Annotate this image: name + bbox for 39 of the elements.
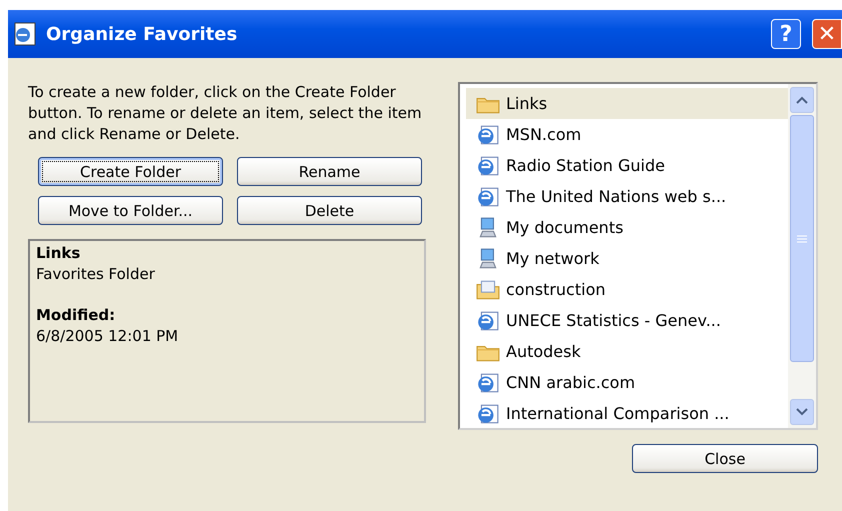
scroll-thumb[interactable] <box>790 115 814 362</box>
caret-down-icon <box>796 408 808 416</box>
scrollbar[interactable] <box>788 84 816 428</box>
favorite-item[interactable]: The United Nations web s... <box>466 181 788 212</box>
item-type: Favorites Folder <box>36 264 156 285</box>
close-button[interactable]: ✕ <box>812 19 842 49</box>
favorite-item[interactable]: My documents <box>466 212 788 243</box>
help-button[interactable]: ? <box>771 19 801 49</box>
grip-icon <box>797 234 807 242</box>
favorite-item[interactable]: CNN arabic.com <box>466 367 788 398</box>
app-icon <box>12 21 38 47</box>
favorite-item[interactable]: Radio Station Guide <box>466 150 788 181</box>
favorite-item[interactable]: International Comparison ... <box>466 398 788 429</box>
favorite-item[interactable]: My network <box>466 243 788 274</box>
favorite-item[interactable]: construction <box>466 274 788 305</box>
modified-label: Modified: <box>36 305 116 326</box>
folder-icon <box>476 278 500 300</box>
web-page-icon <box>476 310 500 332</box>
web-page-icon <box>476 372 500 394</box>
scroll-down-button[interactable] <box>790 399 814 425</box>
modified-value: 6/8/2005 12:01 PM <box>36 326 180 347</box>
scroll-up-button[interactable] <box>790 87 814 113</box>
instructions-text: To create a new folder, click on the Create Folder button. To rename or delete an item, select the item and click Rename or Delete. <box>28 82 423 145</box>
caret-up-icon <box>796 96 808 104</box>
favorite-item[interactable]: MSN.com <box>466 119 788 150</box>
action-button[interactable]: Create Folder <box>38 157 223 186</box>
web-page-icon <box>476 402 500 424</box>
item-name: Links <box>36 243 82 264</box>
close-dialog-button[interactable]: Close <box>632 444 818 473</box>
action-button[interactable]: Delete <box>237 196 422 225</box>
web-page-icon <box>476 186 500 208</box>
web-page-icon <box>476 124 500 146</box>
action-button[interactable]: Rename <box>237 157 422 186</box>
favorite-item[interactable]: Autodesk <box>466 336 788 367</box>
favorite-item[interactable]: Links <box>466 88 788 119</box>
window-title: Organize Favorites <box>46 24 238 44</box>
web-page-icon <box>476 154 500 176</box>
action-button[interactable]: Move to Folder... <box>38 196 223 225</box>
favorite-item[interactable]: UNECE Statistics - Genev... <box>466 305 788 336</box>
